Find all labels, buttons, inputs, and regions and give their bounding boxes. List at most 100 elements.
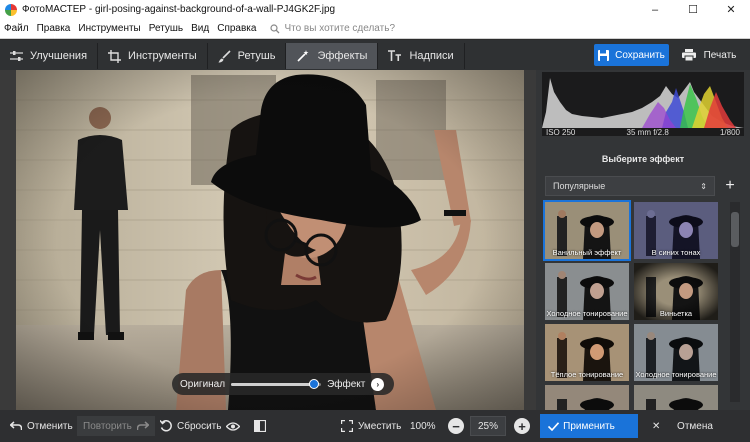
redo-icon: [136, 421, 149, 430]
menu-help[interactable]: Справка: [213, 23, 260, 34]
cancel-button[interactable]: ✕ Отмена: [646, 414, 744, 438]
eye-icon: [226, 421, 240, 431]
redo-button[interactable]: Повторить: [77, 416, 155, 436]
compare-slider[interactable]: Оригинал Эффект ›: [172, 373, 394, 395]
undo-button[interactable]: Отменить: [10, 416, 73, 436]
effect-thumb-cold-toning[interactable]: Холодное тонирование: [545, 263, 629, 320]
search-box[interactable]: Что вы хотите сделать?: [270, 23, 395, 34]
close-icon: ✕: [652, 420, 661, 432]
title-bar: ФотоМАСТЕР - girl-posing-against-backgro…: [0, 0, 750, 19]
tab-effects-label: Эффекты: [317, 50, 368, 62]
fit-button[interactable]: Уместить: [341, 416, 401, 436]
search-placeholder: Что вы хотите сделать?: [284, 23, 395, 34]
print-button-label: Печать: [703, 49, 737, 61]
menu-tools[interactable]: Инструменты: [74, 23, 144, 34]
effect-thumb-label: Холодное тонирование: [635, 370, 717, 379]
plus-icon: +: [514, 418, 530, 434]
apply-label: Применить: [563, 420, 615, 432]
effect-thumb-warm-toning[interactable]: Тёплое тонирование: [545, 324, 629, 381]
menu-view[interactable]: Вид: [187, 23, 213, 34]
tab-enhancements-label: Улучшения: [30, 50, 88, 62]
zoom-level-value: 25%: [477, 420, 498, 432]
brush-icon: [218, 49, 231, 62]
main-toolbar: Улучшения Инструменты Ретушь Эффекты Над…: [0, 40, 750, 70]
cancel-label: Отмена: [677, 420, 713, 432]
compare-effect-label: Эффект: [327, 378, 366, 390]
effects-scrollbar[interactable]: [730, 202, 740, 402]
effects-scrollbar-thumb[interactable]: [731, 212, 739, 247]
tab-enhancements[interactable]: Улучшения: [0, 43, 99, 69]
effect-thumb-blue[interactable]: В синих тонах: [634, 202, 718, 259]
redo-label: Повторить: [83, 420, 132, 432]
sliders-icon: [10, 51, 23, 61]
printer-icon: [681, 49, 696, 61]
maximize-button[interactable]: ☐: [674, 0, 712, 19]
compare-original-label: Оригинал: [180, 378, 226, 390]
zoom-out-button[interactable]: −: [448, 416, 464, 436]
zoom-level-field[interactable]: 25%: [470, 416, 506, 436]
compare-knob[interactable]: [308, 378, 319, 389]
text-icon: [388, 50, 402, 61]
print-button[interactable]: Печать: [674, 44, 744, 66]
exif-iso: ISO 250: [546, 128, 576, 137]
reset-label: Сбросить: [177, 420, 222, 432]
tab-text[interactable]: Надписи: [378, 43, 465, 69]
menu-edit[interactable]: Правка: [33, 23, 75, 34]
menu-bar: Файл Правка Инструменты Ретушь Вид Справ…: [0, 19, 750, 39]
tab-retouch-label: Ретушь: [237, 50, 276, 62]
reset-icon: [160, 420, 172, 432]
crop-icon: [108, 49, 122, 63]
arrow-right-icon[interactable]: ›: [371, 377, 385, 391]
menu-retouch[interactable]: Ретушь: [145, 23, 187, 34]
effect-thumb-vignette[interactable]: Виньетка: [634, 263, 718, 320]
checkmark-icon: [548, 421, 559, 431]
effects-panel: ISO 250 35 mm f/2.8 1/800 Выберите эффек…: [536, 70, 750, 442]
tab-tools[interactable]: Инструменты: [98, 43, 208, 69]
panel-title: Выберите эффект: [601, 154, 685, 164]
effect-thumb-cold-toning-2[interactable]: Холодное тонирование: [634, 324, 718, 381]
tab-text-label: Надписи: [409, 50, 454, 62]
effect-thumb-label: Виньетка: [659, 309, 693, 318]
tab-tools-label: Инструменты: [128, 50, 197, 62]
menu-file[interactable]: Файл: [0, 23, 33, 34]
close-button[interactable]: ✕: [712, 0, 750, 19]
split-view-icon: [254, 420, 266, 432]
bottom-bar: Отменить Повторить Сбросить Уместить 100…: [0, 410, 750, 442]
minimize-button[interactable]: –: [636, 0, 674, 19]
effect-thumb-label: Ванильный эффект: [552, 248, 622, 257]
effect-thumb-vanilla[interactable]: Ванильный эффект: [543, 200, 631, 261]
effect-thumb-label: Тёплое тонирование: [550, 370, 624, 379]
zoom-100-label: 100%: [410, 420, 436, 432]
apply-button[interactable]: Применить: [540, 414, 638, 438]
undo-label: Отменить: [27, 420, 73, 432]
reset-button[interactable]: Сбросить: [160, 416, 221, 436]
tab-effects[interactable]: Эффекты: [286, 43, 379, 69]
fit-screen-icon: [341, 420, 353, 432]
photo-preview[interactable]: Оригинал Эффект ›: [16, 70, 524, 410]
updown-arrows-icon: ⇕: [700, 181, 707, 191]
zoom-100-button[interactable]: 100%: [410, 416, 436, 436]
compare-track[interactable]: [231, 378, 322, 389]
save-button[interactable]: Сохранить: [594, 44, 669, 66]
app-logo-icon: [5, 3, 17, 16]
effect-category-value: Популярные: [553, 181, 606, 191]
exif-shutter: 1/800: [719, 128, 740, 137]
floppy-disk-icon: [598, 49, 610, 61]
split-view-button[interactable]: [254, 416, 271, 436]
exif-lens: 35 mm f/2.8: [626, 128, 669, 137]
tab-retouch[interactable]: Ретушь: [208, 43, 287, 69]
undo-icon: [10, 421, 22, 430]
canvas-area: Оригинал Эффект ›: [0, 70, 536, 410]
effect-category-select[interactable]: Популярные ⇕: [545, 176, 715, 196]
fit-label: Уместить: [358, 420, 402, 432]
exif-info: ISO 250 35 mm f/2.8 1/800: [542, 128, 744, 142]
compare-view-button[interactable]: [226, 416, 245, 436]
compare-track-fill: [231, 382, 314, 386]
magic-wand-icon: [297, 49, 309, 62]
window-title: ФотоМАСТЕР - girl-posing-against-backgro…: [22, 4, 336, 15]
effects-grid: Ванильный эффект В синих тонах Холодное …: [543, 200, 720, 442]
window-controls: – ☐ ✕: [636, 0, 750, 19]
add-effect-button[interactable]: +: [719, 176, 741, 196]
zoom-in-button[interactable]: +: [514, 416, 530, 436]
save-button-label: Сохранить: [615, 49, 665, 61]
